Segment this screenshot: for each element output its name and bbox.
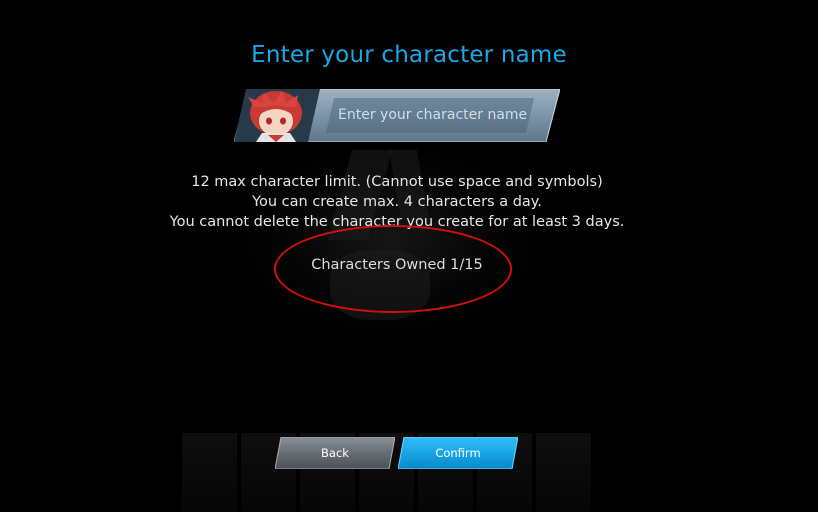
confirm-button[interactable]: Confirm bbox=[398, 437, 518, 469]
back-button-label: Back bbox=[321, 446, 349, 460]
character-thumbnail bbox=[536, 433, 591, 512]
page-title: Enter your character name bbox=[251, 42, 567, 68]
info-text: 12 max character limit. (Cannot use spac… bbox=[0, 172, 794, 232]
info-line-character-limit: 12 max character limit. (Cannot use spac… bbox=[191, 174, 603, 190]
back-button[interactable]: Back bbox=[275, 437, 395, 469]
name-input-banner bbox=[234, 89, 560, 142]
character-name-screen: Enter your character name Enter your cha… bbox=[0, 0, 818, 512]
confirm-button-label: Confirm bbox=[435, 446, 481, 460]
character-portrait bbox=[234, 89, 320, 142]
character-name-input[interactable] bbox=[332, 102, 554, 128]
red-highlight-ring bbox=[274, 225, 512, 313]
character-thumbnail bbox=[182, 433, 237, 512]
info-line-daily-limit: You can create max. 4 characters a day. bbox=[252, 194, 542, 210]
